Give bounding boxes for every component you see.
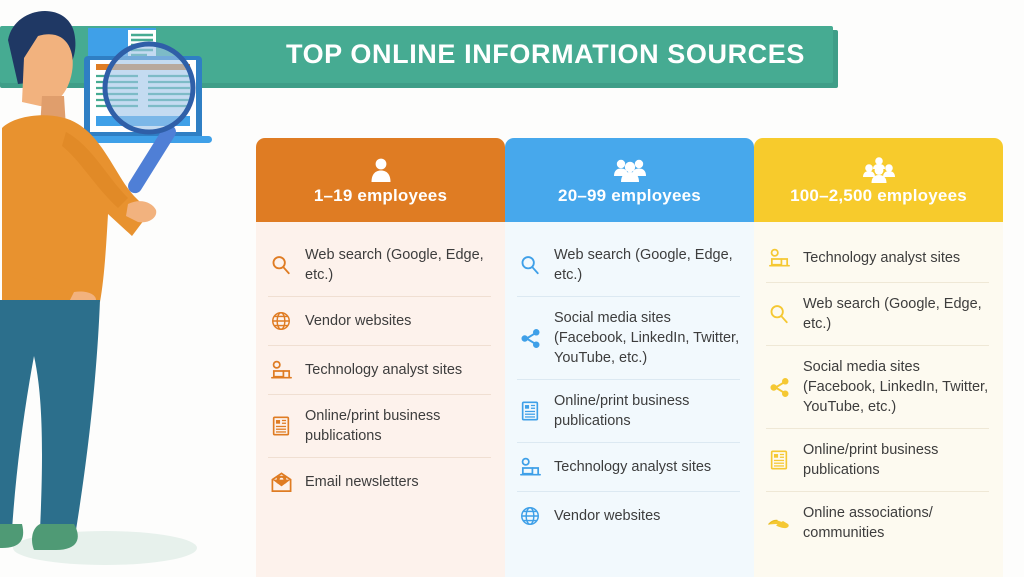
analyst-laptop-icon: [268, 357, 294, 383]
column-header-label: 1–19 employees: [313, 186, 448, 205]
page-title: TOP ONLINE INFORMATION SOURCES: [285, 39, 805, 69]
list-item-label: Vendor websites: [305, 313, 412, 329]
search-icon: [268, 252, 294, 278]
list-item[interactable]: Web search (Google, Edge, etc.): [517, 234, 740, 297]
column-header-label: 100–2,500 employees: [790, 186, 967, 205]
list-item-label: Online/print business publications: [554, 393, 690, 429]
column-header-medium: 20–99 employees: [505, 138, 754, 222]
column-1-19-employees: 1–19 employees Web search (Google, Edge,…: [256, 138, 505, 577]
handshake-icon: [766, 510, 792, 536]
list-item-label: Web search (Google, Edge, etc.): [554, 247, 733, 283]
column-body-medium: Web search (Google, Edge, etc.) Social m…: [505, 222, 754, 577]
social-share-icon: [766, 374, 792, 400]
list-item-label: Technology analyst sites: [554, 459, 712, 475]
list-item-label: Social media sites (Facebook, LinkedIn, …: [803, 359, 989, 415]
list-item[interactable]: Online/print business publications: [268, 395, 491, 458]
column-header-label: 20–99 employees: [558, 186, 701, 205]
person-pants: [0, 300, 100, 530]
infographic-canvas: TOP ONLINE INFORMATION SOURCES 1–19 empl…: [0, 0, 1024, 577]
publication-icon: [517, 398, 543, 424]
list-item[interactable]: Technology analyst sites: [268, 346, 491, 395]
analyst-laptop-icon: [517, 454, 543, 480]
source-columns: 1–19 employees Web search (Google, Edge,…: [256, 138, 1004, 577]
globe-www-icon: [517, 503, 543, 529]
publication-icon: [766, 447, 792, 473]
list-item[interactable]: Social media sites (Facebook, LinkedIn, …: [766, 346, 989, 429]
list-item-label: Social media sites (Facebook, LinkedIn, …: [554, 310, 740, 366]
magnifying-glass-icon: [102, 41, 196, 194]
email-newsletter-icon: [268, 469, 294, 495]
list-item-label: Web search (Google, Edge, etc.): [305, 247, 484, 283]
list-item[interactable]: Online associations/ communities: [766, 492, 989, 554]
list-item[interactable]: Online/print business publications: [517, 380, 740, 443]
list-item-label: Email newsletters: [305, 474, 419, 490]
illustration-person-researching: [0, 10, 212, 565]
list-item[interactable]: Web search (Google, Edge, etc.): [268, 234, 491, 297]
list-item[interactable]: Online/print business publications: [766, 429, 989, 492]
list-item-label: Technology analyst sites: [803, 250, 961, 266]
column-header-small: 1–19 employees: [256, 138, 505, 222]
search-icon: [766, 301, 792, 327]
column-header-large: 100–2,500 employees: [754, 138, 1003, 222]
globe-www-icon: [268, 308, 294, 334]
list-item-label: Online/print business publications: [803, 442, 939, 478]
list-item[interactable]: Vendor websites: [268, 297, 491, 346]
list-item-label: Web search (Google, Edge, etc.): [803, 296, 982, 332]
list-item[interactable]: Technology analyst sites: [766, 234, 989, 283]
list-item[interactable]: Technology analyst sites: [517, 443, 740, 492]
column-20-99-employees: 20–99 employees Web search (Google, Edge…: [505, 138, 754, 577]
column-body-large: Technology analyst sites Web search (Goo…: [754, 222, 1003, 577]
publication-icon: [268, 413, 294, 439]
column-100-2500-employees: 100–2,500 employees Technology analyst s…: [754, 138, 1003, 577]
person-shoe-front: [32, 524, 78, 550]
social-share-icon: [517, 325, 543, 351]
column-body-small: Web search (Google, Edge, etc.) Vendor w…: [256, 222, 505, 577]
single-person-icon: [367, 154, 395, 184]
search-icon: [517, 252, 543, 278]
list-item-label: Online associations/ communities: [803, 505, 933, 541]
list-item[interactable]: Social media sites (Facebook, LinkedIn, …: [517, 297, 740, 380]
list-item[interactable]: Web search (Google, Edge, etc.): [766, 283, 989, 346]
list-item-label: Online/print business publications: [305, 408, 441, 444]
list-item[interactable]: Vendor websites: [517, 492, 740, 540]
list-item-label: Vendor websites: [554, 508, 661, 524]
three-person-group-icon: [613, 154, 647, 184]
list-item[interactable]: Email newsletters: [268, 458, 491, 506]
large-group-icon: [862, 154, 896, 184]
list-item-label: Technology analyst sites: [305, 362, 463, 378]
analyst-laptop-icon: [766, 245, 792, 271]
